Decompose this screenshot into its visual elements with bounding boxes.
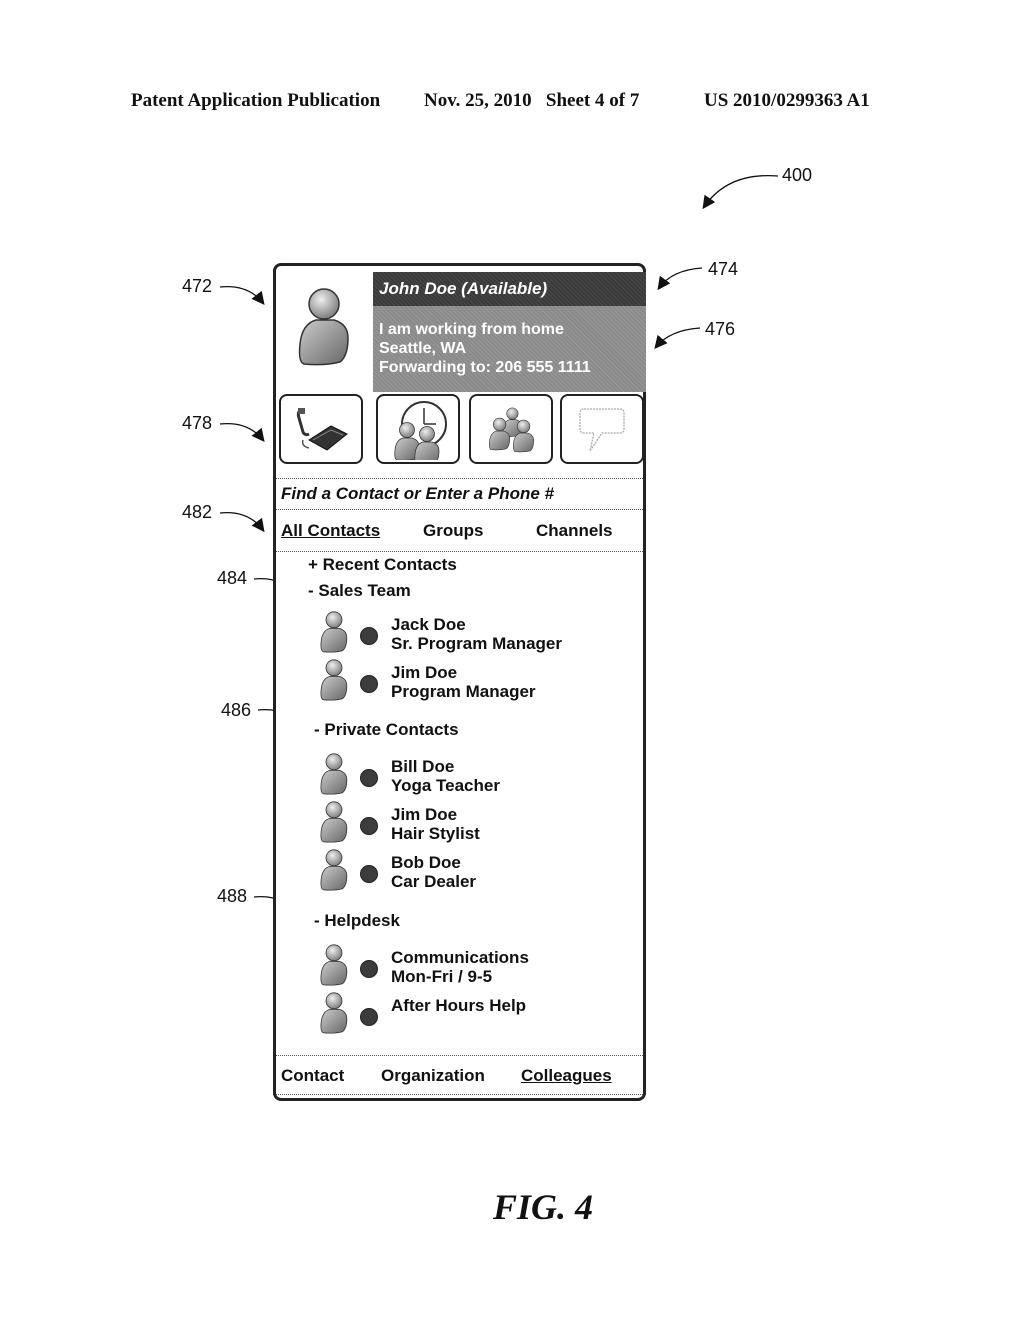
contact-avatar-icon bbox=[318, 988, 350, 1036]
contact-name: Jim Doe bbox=[391, 805, 458, 824]
presence-forwarding: Forwarding to: 206 555 1111 bbox=[379, 359, 591, 376]
group-sales-team[interactable]: - Sales Team bbox=[308, 581, 411, 601]
contact-item[interactable]: Jack Doe Sr. Program Manager bbox=[318, 607, 638, 655]
clock-meeting-icon bbox=[394, 401, 447, 460]
contact-app-window: John Doe (Available) I am working from h… bbox=[273, 263, 646, 1101]
action-bar bbox=[279, 394, 644, 468]
ref-400: 400 bbox=[782, 165, 813, 185]
ref-474: 474 bbox=[708, 259, 739, 279]
contact-avatar-icon bbox=[318, 940, 350, 988]
presence-panel[interactable]: John Doe (Available) I am working from h… bbox=[373, 272, 646, 392]
publication-label: Patent Application Publication bbox=[131, 90, 381, 111]
contact-item[interactable]: Bob Doe Car Dealer bbox=[318, 845, 638, 893]
tab-groups[interactable]: Groups bbox=[423, 521, 483, 541]
presence-dot-icon bbox=[360, 627, 378, 645]
tab-channels[interactable]: Channels bbox=[536, 521, 613, 541]
presence-dot-icon bbox=[360, 769, 378, 787]
presence-name-status: John Doe (Available) bbox=[373, 272, 646, 306]
ref-476: 476 bbox=[705, 319, 736, 339]
contact-detail: Yoga Teacher bbox=[391, 776, 500, 795]
contact-detail: Mon-Fri / 9-5 bbox=[391, 967, 493, 986]
contact-detail: Car Dealer bbox=[391, 872, 477, 891]
date-sheet-label: Nov. 25, 2010 Sheet 4 of 7 bbox=[424, 90, 640, 111]
tab-all-contacts[interactable]: All Contacts bbox=[281, 521, 380, 541]
contact-search-input[interactable]: Find a Contact or Enter a Phone # bbox=[276, 478, 643, 510]
group-helpdesk[interactable]: - Helpdesk bbox=[314, 911, 400, 931]
speech-bubble-icon bbox=[579, 408, 625, 452]
presence-location: Seattle, WA bbox=[379, 340, 467, 357]
contact-item[interactable]: Communications Mon-Fri / 9-5 bbox=[318, 940, 638, 988]
bottom-tab-colleagues[interactable]: Colleagues bbox=[521, 1066, 612, 1086]
contact-name: Communications bbox=[391, 948, 529, 967]
presence-dot-icon bbox=[360, 675, 378, 693]
contact-detail: Sr. Program Manager bbox=[391, 634, 563, 653]
ref-484: 484 bbox=[217, 568, 248, 588]
patent-number: US 2010/0299363 A1 bbox=[704, 90, 870, 111]
user-avatar-icon[interactable] bbox=[294, 284, 354, 366]
contact-name: Bill Doe bbox=[391, 757, 455, 776]
arrow-482 bbox=[219, 511, 265, 533]
bottom-nav: Contact Organization Colleagues bbox=[276, 1055, 643, 1095]
contact-tabs: All Contacts Groups Channels bbox=[276, 510, 643, 552]
presence-dot-icon bbox=[360, 960, 378, 978]
call-button[interactable] bbox=[279, 394, 363, 464]
contact-name: Bob Doe bbox=[391, 853, 461, 872]
contact-avatar-icon bbox=[318, 845, 350, 893]
arrow-472 bbox=[219, 285, 265, 306]
ref-472: 472 bbox=[182, 276, 213, 296]
presence-dot-icon bbox=[360, 865, 378, 883]
ref-478: 478 bbox=[182, 413, 213, 433]
presence-info: I am working from home Seattle, WA Forwa… bbox=[373, 306, 646, 392]
bottom-tab-contact[interactable]: Contact bbox=[281, 1066, 344, 1086]
contact-item[interactable]: After Hours Help bbox=[318, 988, 638, 1036]
instant-message-button[interactable] bbox=[560, 394, 644, 464]
contact-item[interactable]: Jim Doe Program Manager bbox=[318, 655, 638, 703]
arrow-478 bbox=[219, 422, 265, 443]
contact-item[interactable]: Bill Doe Yoga Teacher bbox=[318, 749, 638, 797]
ref-486: 486 bbox=[221, 700, 252, 720]
ref-482: 482 bbox=[182, 502, 213, 522]
arrow-474 bbox=[657, 267, 703, 291]
group-recent-contacts[interactable]: + Recent Contacts bbox=[308, 555, 457, 575]
figure-label: FIG. 4 bbox=[493, 1187, 594, 1227]
presence-dot-icon bbox=[360, 1008, 378, 1026]
contact-avatar-icon bbox=[318, 749, 350, 797]
contact-avatar-icon bbox=[318, 607, 350, 655]
ref-488: 488 bbox=[217, 886, 248, 906]
phone-icon bbox=[296, 408, 348, 451]
contact-name: After Hours Help bbox=[391, 996, 527, 1015]
contact-detail: Hair Stylist bbox=[391, 824, 480, 843]
contact-name: Jim Doe bbox=[391, 663, 458, 682]
presence-dot-icon bbox=[360, 817, 378, 835]
group-private-contacts[interactable]: - Private Contacts bbox=[314, 720, 459, 740]
arrow-400 bbox=[702, 174, 779, 210]
schedule-meeting-button[interactable] bbox=[376, 394, 460, 464]
bottom-tab-organization[interactable]: Organization bbox=[381, 1066, 485, 1086]
presence-note: I am working from home bbox=[379, 321, 564, 338]
contact-name: Jack Doe bbox=[391, 615, 466, 634]
contact-item[interactable]: Jim Doe Hair Stylist bbox=[318, 797, 638, 845]
group-conference-button[interactable] bbox=[469, 394, 553, 464]
contact-detail: Program Manager bbox=[391, 682, 536, 701]
arrow-476 bbox=[654, 327, 701, 350]
contact-avatar-icon bbox=[318, 655, 350, 703]
group-icon bbox=[488, 407, 534, 453]
contact-avatar-icon bbox=[318, 797, 350, 845]
